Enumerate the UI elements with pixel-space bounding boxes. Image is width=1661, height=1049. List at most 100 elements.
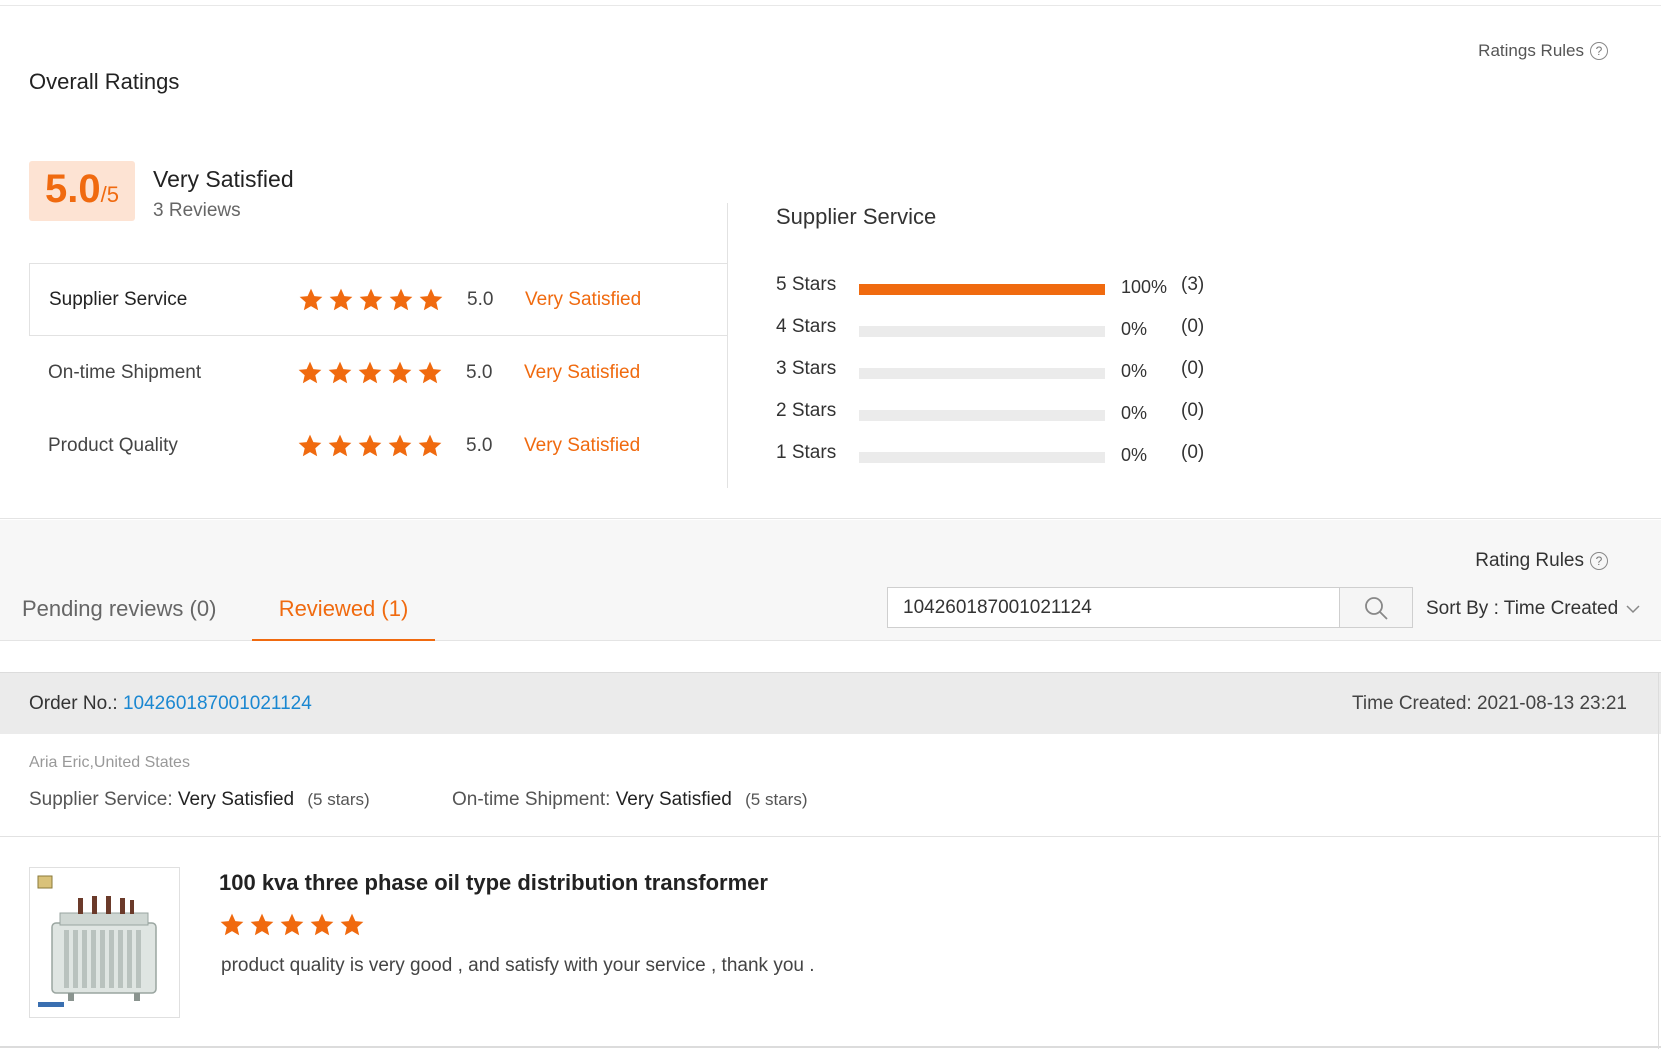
category-name: Product Quality [48,434,178,456]
overall-satisfaction-label: Very Satisfied [153,166,294,192]
category-row-product-quality[interactable]: Product Quality 5.0 Very Satisfied [29,409,727,482]
order-number-label: Order No.: [29,693,118,714]
search-input[interactable] [888,588,1339,627]
transformer-image[interactable] [30,868,179,1017]
category-name: On-time Shipment [48,361,202,383]
star-icon [310,913,334,936]
distribution-label: 2 Stars [776,400,837,421]
distribution-count: (0) [1181,400,1205,421]
distribution-bar [859,410,1105,421]
rating-stars-text: (5 stars) [307,790,370,809]
overall-score-badge: 5.0 /5 [29,161,135,221]
star-icon [358,434,382,456]
star-icon [358,361,382,383]
product-title[interactable]: 100 kva three phase oil type distributio… [219,870,768,896]
rating-label: On-time Shipment: [452,789,611,810]
star-icon [220,913,244,936]
rating-rules-label[interactable]: Rating Rules [1475,550,1584,572]
order-search-box [887,587,1340,628]
star-icon [298,434,322,456]
rating-value: Very Satisfied [615,789,732,810]
star-icon [329,288,353,310]
distribution-title: Supplier Service [776,204,937,229]
category-score: 5.0 [467,288,494,310]
question-help-icon[interactable]: ? [1590,42,1608,60]
distribution-bar [859,284,1105,295]
category-level: Very Satisfied [525,288,642,310]
distribution-bar [859,326,1105,337]
reviews-count: 3 Reviews [153,200,241,221]
distribution-percent: 0% [1121,361,1148,381]
category-stars [297,433,443,459]
star-icon [359,288,383,310]
category-row-supplier-service[interactable]: Supplier Service 5.0 Very Satisfied [29,263,727,336]
distribution-percent: 100% [1121,277,1168,297]
category-score: 5.0 [466,434,493,456]
distribution-percent: 0% [1121,319,1148,339]
distribution-label: 5 Stars [776,274,837,295]
vertical-divider [727,203,728,488]
distribution-row-4: 4 Stars 0% (0) [776,314,1236,356]
product-rating-stars [219,912,365,938]
distribution-bar [859,452,1105,463]
star-icon [328,361,352,383]
review-text: product quality is very good , and satis… [221,955,815,976]
supplier-service-rating: Supplier Service: Very Satisfied (5 star… [29,789,370,811]
ratings-rules-label[interactable]: Ratings Rules [1478,41,1584,61]
rating-rules-link[interactable]: Rating Rules ? [1475,550,1608,572]
page-title: Overall Ratings [29,69,180,94]
rating-value: Very Satisfied [177,789,295,810]
star-icon [280,913,304,936]
star-icon [340,913,364,936]
search-icon[interactable] [1363,595,1389,621]
category-level: Very Satisfied [524,434,641,456]
star-icon [388,361,412,383]
sort-dropdown[interactable]: Sort By : Time Created [1426,598,1640,620]
on-time-shipment-rating: On-time Shipment: Very Satisfied (5 star… [452,789,807,811]
star-icon [299,288,323,310]
divider [0,836,1661,837]
distribution-percent: 0% [1121,403,1148,423]
order-time-created: Time Created: 2021-08-13 23:21 [1352,693,1627,714]
distribution-row-1: 1 Stars 0% (0) [776,440,1236,482]
rating-stars-text: (5 stars) [745,790,808,809]
category-ratings-table: Supplier Service 5.0 Very Satisfied On-t… [29,263,727,482]
overall-score-max: /5 [100,182,119,207]
star-icon [418,361,442,383]
overall-score: 5.0 [45,167,101,211]
distribution-row-3: 3 Stars 0% (0) [776,356,1236,398]
star-icon [328,434,352,456]
order-number-link[interactable]: 104260187001021124 [123,693,312,714]
star-icon [419,288,443,310]
star-icon [389,288,413,310]
category-name: Supplier Service [49,288,188,310]
tab-pending-reviews[interactable]: Pending reviews (0) [22,585,216,641]
chevron-down-icon[interactable] [1626,604,1640,614]
sort-label[interactable]: Sort By : Time Created [1426,598,1618,620]
star-icon [418,434,442,456]
distribution-bar-fill [859,284,1105,295]
distribution-label: 1 Stars [776,442,837,463]
distribution-percent: 0% [1121,445,1148,465]
tab-reviewed[interactable]: Reviewed (1) [252,585,435,641]
distribution-count: (0) [1181,316,1205,337]
order-header: Order No.: 104260187001021124 Time Creat… [0,672,1661,734]
category-score: 5.0 [466,361,493,383]
category-stars [297,360,443,386]
ratings-rules-link[interactable]: Ratings Rules ? [1478,41,1608,61]
star-icon [298,361,322,383]
distribution-count: (0) [1181,358,1205,379]
question-help-icon[interactable]: ? [1590,552,1608,570]
star-icon [388,434,412,456]
reviewer-info: Aria Eric,United States [29,754,190,771]
distribution-bar [859,368,1105,379]
distribution-count: (3) [1181,274,1205,295]
category-stars [298,287,444,313]
search-button[interactable] [1339,587,1413,628]
card-border [1658,672,1659,1049]
order-number: Order No.: 104260187001021124 [29,693,312,715]
product-thumbnail[interactable] [29,867,180,1018]
category-row-on-time-shipment[interactable]: On-time Shipment 5.0 Very Satisfied [29,336,727,409]
card-border [0,1046,1661,1048]
star-icon [250,913,274,936]
